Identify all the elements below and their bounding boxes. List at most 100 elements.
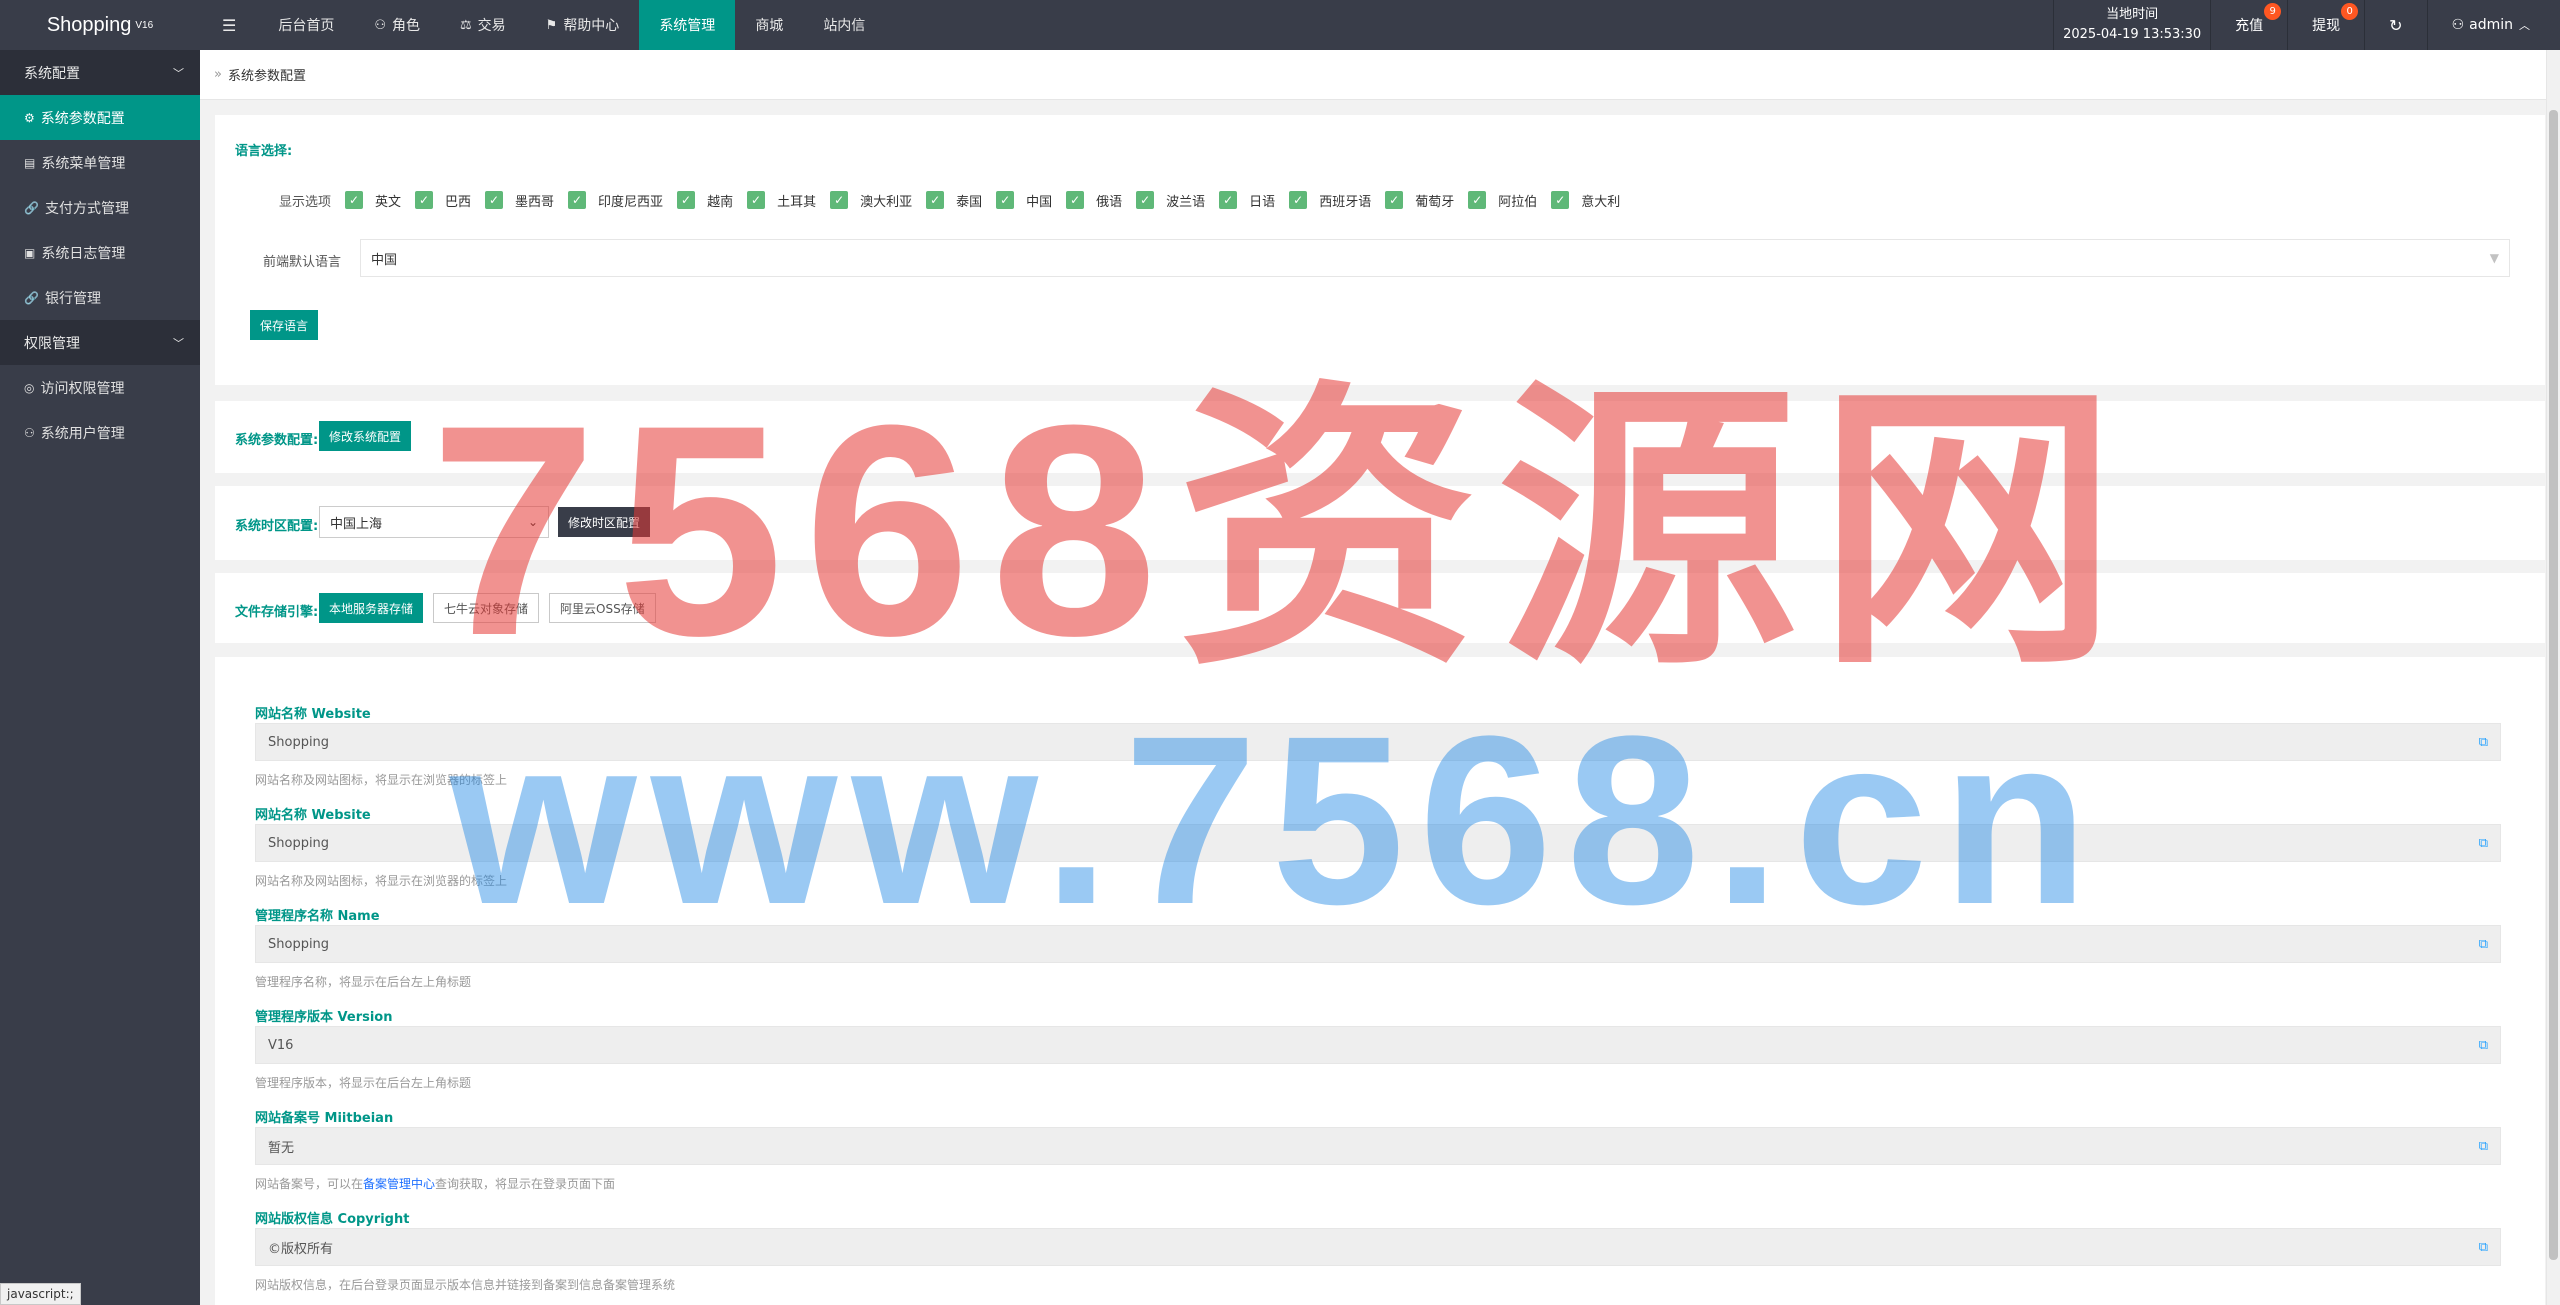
language-checkbox[interactable]: ✓ 葡萄牙 <box>1385 191 1454 210</box>
language-checkbox[interactable]: ✓ 意大利 <box>1551 191 1620 210</box>
save-language-button[interactable]: 保存语言 <box>250 310 319 340</box>
language-checkbox[interactable]: ✓ 印度尼西亚 <box>568 191 663 210</box>
edit-sysparam-button[interactable]: 修改系统配置 <box>319 421 412 451</box>
default-language-select[interactable]: 中国 ▼ <box>360 239 2510 277</box>
help-text: 网站备案号，可以在 <box>255 1177 364 1191</box>
language-checkbox[interactable]: ✓ 波兰语 <box>1136 191 1205 210</box>
chevron-down-icon: ⌄ <box>527 515 538 529</box>
website-name-input[interactable]: Shopping ⧉ <box>255 723 2501 761</box>
edit-timezone-button[interactable]: 修改时区配置 <box>558 507 651 537</box>
language-checkbox[interactable]: ✓ 西班牙语 <box>1289 191 1371 210</box>
language-checkbox[interactable]: ✓ 澳大利亚 <box>830 191 912 210</box>
recharge-label: 充值 <box>2235 18 2264 34</box>
copyright-input[interactable]: ©版权所有 ⧉ <box>255 1228 2501 1266</box>
language-checkbox[interactable]: ✓ 泰国 <box>926 191 982 210</box>
storage-aliyun-button[interactable]: 阿里云OSS存储 <box>549 593 656 623</box>
double-chevron-icon: » <box>214 67 222 82</box>
sidebar-item-system-params[interactable]: ⚙ 系统参数配置 <box>0 95 200 140</box>
sidebar-item-access[interactable]: ◎ 访问权限管理 <box>0 365 200 410</box>
caret-down-icon: ▼ <box>2489 251 2499 265</box>
menu-toggle-icon[interactable]: ☰ <box>200 0 258 50</box>
website-name-input-2[interactable]: Shopping ⧉ <box>255 824 2501 862</box>
sidebar-item-label: 访问权限管理 <box>40 380 125 397</box>
topnav-label: 站内信 <box>823 18 866 34</box>
language-checkbox[interactable]: ✓ 墨西哥 <box>485 191 554 210</box>
storage-local-button[interactable]: 本地服务器存储 <box>319 593 424 623</box>
flag-icon: ⚑ <box>545 17 558 33</box>
refresh-icon[interactable]: ↻ <box>2365 0 2426 50</box>
check-icon: ✓ <box>485 191 504 209</box>
sidebar-group-system-config[interactable]: 系统配置 ﹀ <box>0 50 200 95</box>
storage-label: 文件存储引擎: <box>235 605 319 620</box>
user-name: admin <box>2469 17 2513 33</box>
topnav-item-messages[interactable]: 站内信 <box>803 0 885 50</box>
sidebar-item-label: 系统参数配置 <box>40 110 125 127</box>
field-label-miitbeian: 网站备案号 Miitbeian <box>255 1111 394 1126</box>
check-icon: ✓ <box>677 191 696 209</box>
chevron-up-icon: ︿ <box>2519 19 2530 32</box>
language-checkbox[interactable]: ✓ 土耳其 <box>747 191 816 210</box>
scrollbar-thumb[interactable] <box>2549 110 2558 1260</box>
copy-icon[interactable]: ⧉ <box>2479 735 2488 750</box>
language-option-label: 巴西 <box>445 194 472 210</box>
check-icon: ✓ <box>345 191 363 209</box>
sidebar-item-menu-manage[interactable]: ▤ 系统菜单管理 <box>0 140 200 185</box>
check-icon: ✓ <box>568 191 587 209</box>
language-option-label: 澳大利亚 <box>860 194 913 210</box>
language-checkbox[interactable]: ✓ 巴西 <box>415 191 471 210</box>
language-checkbox[interactable]: ✓ 越南 <box>677 191 733 210</box>
sidebar-group-permissions[interactable]: 权限管理 ﹀ <box>0 320 200 365</box>
topnav-item-help[interactable]: ⚑ 帮助中心 <box>526 0 640 50</box>
language-checkbox[interactable]: ✓ 中国 <box>996 191 1052 210</box>
language-option-label: 英文 <box>375 194 402 210</box>
field-help: 管理程序名称，将显示在后台左上角标题 <box>255 975 472 989</box>
topnav-item-role[interactable]: ⚇ 角色 <box>354 0 440 50</box>
withdraw-label: 提现 <box>2312 18 2341 34</box>
user-menu[interactable]: ⚇ admin ︿ <box>2428 0 2560 50</box>
copy-icon[interactable]: ⧉ <box>2479 937 2488 952</box>
language-checkbox[interactable]: ✓ 俄语 <box>1066 191 1122 210</box>
app-name-input[interactable]: Shopping ⧉ <box>255 925 2501 963</box>
field-help: 管理程序版本，将显示在后台左上角标题 <box>255 1076 472 1090</box>
field-label-app-version: 管理程序版本 Version <box>255 1010 393 1025</box>
recharge-badge: 9 <box>2264 3 2282 20</box>
check-icon: ✓ <box>996 191 1015 209</box>
copy-icon[interactable]: ⧉ <box>2479 836 2488 851</box>
topnav-item-system[interactable]: 系统管理 <box>639 0 736 50</box>
miitbeian-input[interactable]: 暂无 ⧉ <box>255 1127 2501 1165</box>
app-logo[interactable]: Shopping V16 <box>0 0 200 50</box>
copy-icon[interactable]: ⧉ <box>2479 1038 2488 1053</box>
sidebar-item-payment[interactable]: 🔗 支付方式管理 <box>0 185 200 230</box>
user-icon: ⚇ <box>374 17 386 33</box>
language-option-label: 泰国 <box>956 194 983 210</box>
logo-text: Shopping <box>46 13 132 36</box>
withdraw-button[interactable]: 提现 0 <box>2288 0 2364 50</box>
language-checkbox[interactable]: ✓ 英文 <box>345 191 401 210</box>
beian-center-link[interactable]: 备案管理中心 <box>363 1177 435 1191</box>
sidebar-item-bank[interactable]: 🔗 银行管理 <box>0 275 200 320</box>
sidebar-item-users[interactable]: ⚇ 系统用户管理 <box>0 410 200 455</box>
language-option-label: 阿拉伯 <box>1498 194 1538 210</box>
topnav-item-trade[interactable]: ⚖ 交易 <box>440 0 526 50</box>
app-version-input[interactable]: V16 ⧉ <box>255 1026 2501 1064</box>
language-section-label: 语言选择: <box>235 144 293 159</box>
gear-icon: ⚙ <box>24 110 35 125</box>
topnav-item-dashboard[interactable]: 后台首页 <box>258 0 354 50</box>
storage-qiniu-button[interactable]: 七牛云对象存储 <box>433 593 540 623</box>
local-clock: 当地时间 2025-04-19 13:53:30 <box>2054 0 2210 50</box>
copy-icon[interactable]: ⧉ <box>2479 1240 2488 1255</box>
topnav-label: 商城 <box>755 18 784 34</box>
page-scrollbar[interactable] <box>2546 50 2560 1305</box>
field-help: 网站名称及网站图标，将显示在浏览器的标签上 <box>255 874 508 888</box>
recharge-button[interactable]: 充值 9 <box>2211 0 2287 50</box>
language-checkbox[interactable]: ✓ 阿拉伯 <box>1468 191 1537 210</box>
browser-status-bar: javascript:; <box>0 1283 81 1305</box>
timezone-label: 系统时区配置: <box>235 519 319 534</box>
copy-icon[interactable]: ⧉ <box>2479 1139 2488 1154</box>
topnav-item-mall[interactable]: 商城 <box>735 0 803 50</box>
timezone-select[interactable]: 中国上海 ⌄ <box>319 506 549 538</box>
user-icon: ⚇ <box>2451 17 2465 33</box>
language-checkbox[interactable]: ✓ 日语 <box>1219 191 1275 210</box>
language-option-label: 意大利 <box>1581 194 1621 210</box>
sidebar-item-logs[interactable]: ▣ 系统日志管理 <box>0 230 200 275</box>
